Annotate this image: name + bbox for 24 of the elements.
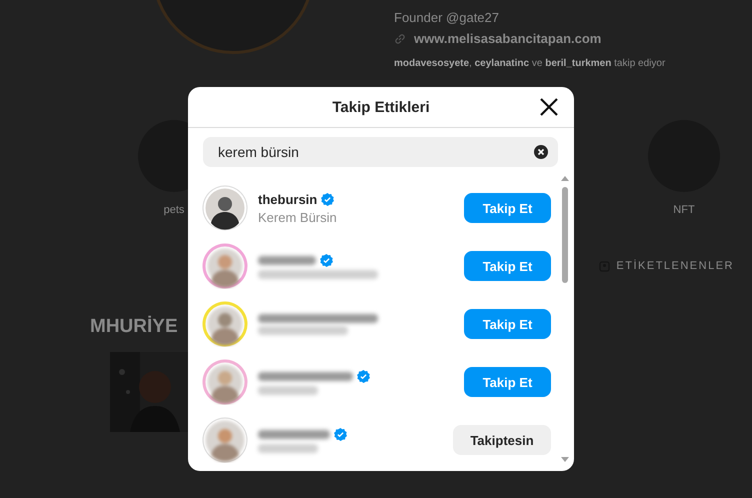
dialog-title: Takip Ettikleri (332, 98, 430, 116)
section-title: MHURİYE (90, 316, 178, 337)
follow-button[interactable]: Takip Et (464, 251, 551, 281)
website-link[interactable]: www.melisasabancitapan.com (414, 31, 602, 46)
close-button[interactable] (538, 96, 560, 118)
username[interactable]: thebursin (258, 192, 318, 206)
follow-button[interactable]: Takip Et (464, 309, 551, 339)
tab-label[interactable]: ETİKETLENENLER (616, 260, 734, 272)
full-name: Kerem Bürsin (258, 210, 338, 224)
follow-button[interactable]: Takip Et (464, 193, 551, 223)
followed-by-text: modavesosyete, ceylanatinc ve beril_turkmen takip ediyor (394, 58, 666, 69)
following-button[interactable]: Takiptesin (453, 425, 551, 455)
avatar-icon[interactable] (202, 185, 248, 231)
blurred-username (258, 430, 330, 438)
blurred-full-name (258, 444, 318, 452)
blurred-username (258, 256, 316, 264)
link-icon (394, 32, 406, 44)
follow-button[interactable]: Takip Et (464, 367, 551, 397)
blurred-full-name (258, 386, 318, 394)
search-field[interactable]: kerem bürsin (203, 137, 558, 167)
bio-text: Founder @gate27 (394, 10, 500, 25)
clear-button[interactable] (534, 145, 548, 159)
highlight-label[interactable]: pets (164, 204, 184, 216)
highlight-label[interactable]: NFT (673, 204, 695, 216)
